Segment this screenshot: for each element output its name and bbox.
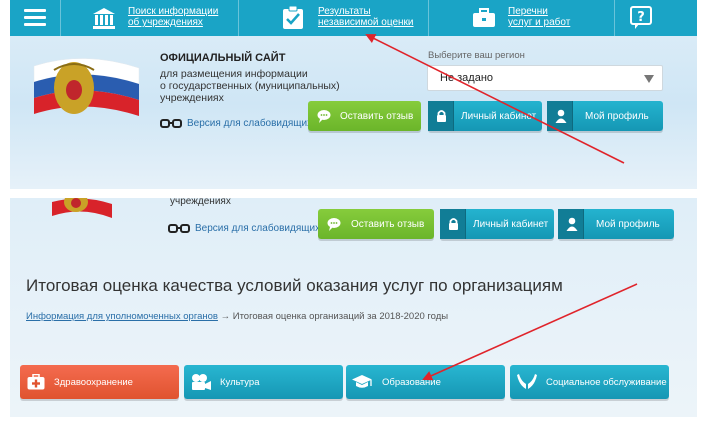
checklist-icon — [283, 6, 303, 29]
graduation-cap-icon — [352, 375, 372, 388]
page-title: Итоговая оценка качества условий оказани… — [26, 276, 563, 295]
film-camera-icon — [192, 374, 211, 390]
my-profile-button[interactable]: Мой профиль — [558, 209, 674, 239]
personal-cabinet-button[interactable]: Личный кабинет — [428, 101, 542, 131]
glasses-icon — [168, 224, 190, 233]
chevron-down-icon — [644, 75, 654, 83]
breadcrumb-link-authorities[interactable]: Информация для уполномоченных органов — [26, 311, 218, 322]
site-subtitle: для размещения информации о государствен… — [160, 68, 340, 104]
nav-item-label: Перечни услуг и работ — [508, 6, 571, 28]
nav-item-label: Результаты независимой оценки — [318, 6, 414, 28]
region-label: Выберите ваш регион — [428, 50, 525, 61]
category-culture-button[interactable]: Культура — [184, 365, 343, 399]
helping-hands-icon — [517, 374, 537, 389]
personal-cabinet-button[interactable]: Личный кабинет — [440, 209, 554, 239]
coat-of-arms-flag-logo — [52, 198, 112, 218]
low-vision-link[interactable]: Версия для слабовидящих — [187, 118, 312, 129]
site-subtitle-fragment: учреждениях — [170, 198, 231, 207]
site-title: ОФИЦИАЛЬНЫЙ САЙТ — [160, 52, 286, 64]
nav-item-institution-search[interactable]: Поиск информации об учреждениях — [60, 0, 238, 36]
glasses-icon — [160, 119, 182, 128]
my-profile-button[interactable]: Мой профиль — [547, 101, 663, 131]
coat-of-arms-flag-logo — [33, 58, 140, 116]
speech-bubble-icon — [327, 218, 341, 231]
screenshot-root: Поиск информации об учреждениях Результат… — [0, 0, 709, 422]
user-icon — [566, 217, 578, 231]
leave-feedback-button[interactable]: Оставить отзыв — [308, 101, 421, 131]
region-select[interactable]: Не задано — [427, 65, 663, 91]
category-healthcare-button[interactable]: Здравоохранение — [20, 365, 179, 399]
medical-case-icon — [27, 374, 45, 390]
lock-icon — [449, 218, 458, 230]
question-icon[interactable]: ? — [630, 6, 652, 30]
low-vision-link[interactable]: Версия для слабовидящих — [195, 223, 320, 234]
nav-item-service-lists[interactable]: Перечни услуг и работ — [428, 0, 614, 36]
briefcase-icon — [473, 8, 495, 27]
user-icon — [555, 109, 567, 123]
svg-text:?: ? — [637, 10, 645, 25]
nav-item-label: Поиск информации об учреждениях — [128, 6, 219, 28]
breadcrumb-current: Итоговая оценка организаций за 2018-2020… — [232, 311, 449, 322]
institution-icon — [93, 8, 115, 29]
site-header-panel: Поиск информации об учреждениях Результат… — [10, 0, 697, 189]
breadcrumb: Информация для уполномоченных органов → … — [26, 311, 448, 322]
top-navigation-bar: Поиск информации об учреждениях Результат… — [10, 0, 697, 36]
category-education-button[interactable]: Образование — [346, 365, 505, 399]
nav-item-evaluation-results[interactable]: Результаты независимой оценки — [238, 0, 428, 36]
lock-icon — [437, 110, 446, 122]
breadcrumb-separator: → — [220, 311, 231, 322]
region-select-value: Не задано — [440, 72, 494, 84]
speech-bubble-icon — [317, 110, 331, 123]
leave-feedback-button[interactable]: Оставить отзыв — [318, 209, 434, 239]
evaluation-page-panel: учреждениях Версия для слабовидящих Оста… — [10, 198, 697, 417]
menu-icon[interactable] — [24, 9, 46, 27]
category-social-services-button[interactable]: Социальное обслуживание — [510, 365, 669, 399]
